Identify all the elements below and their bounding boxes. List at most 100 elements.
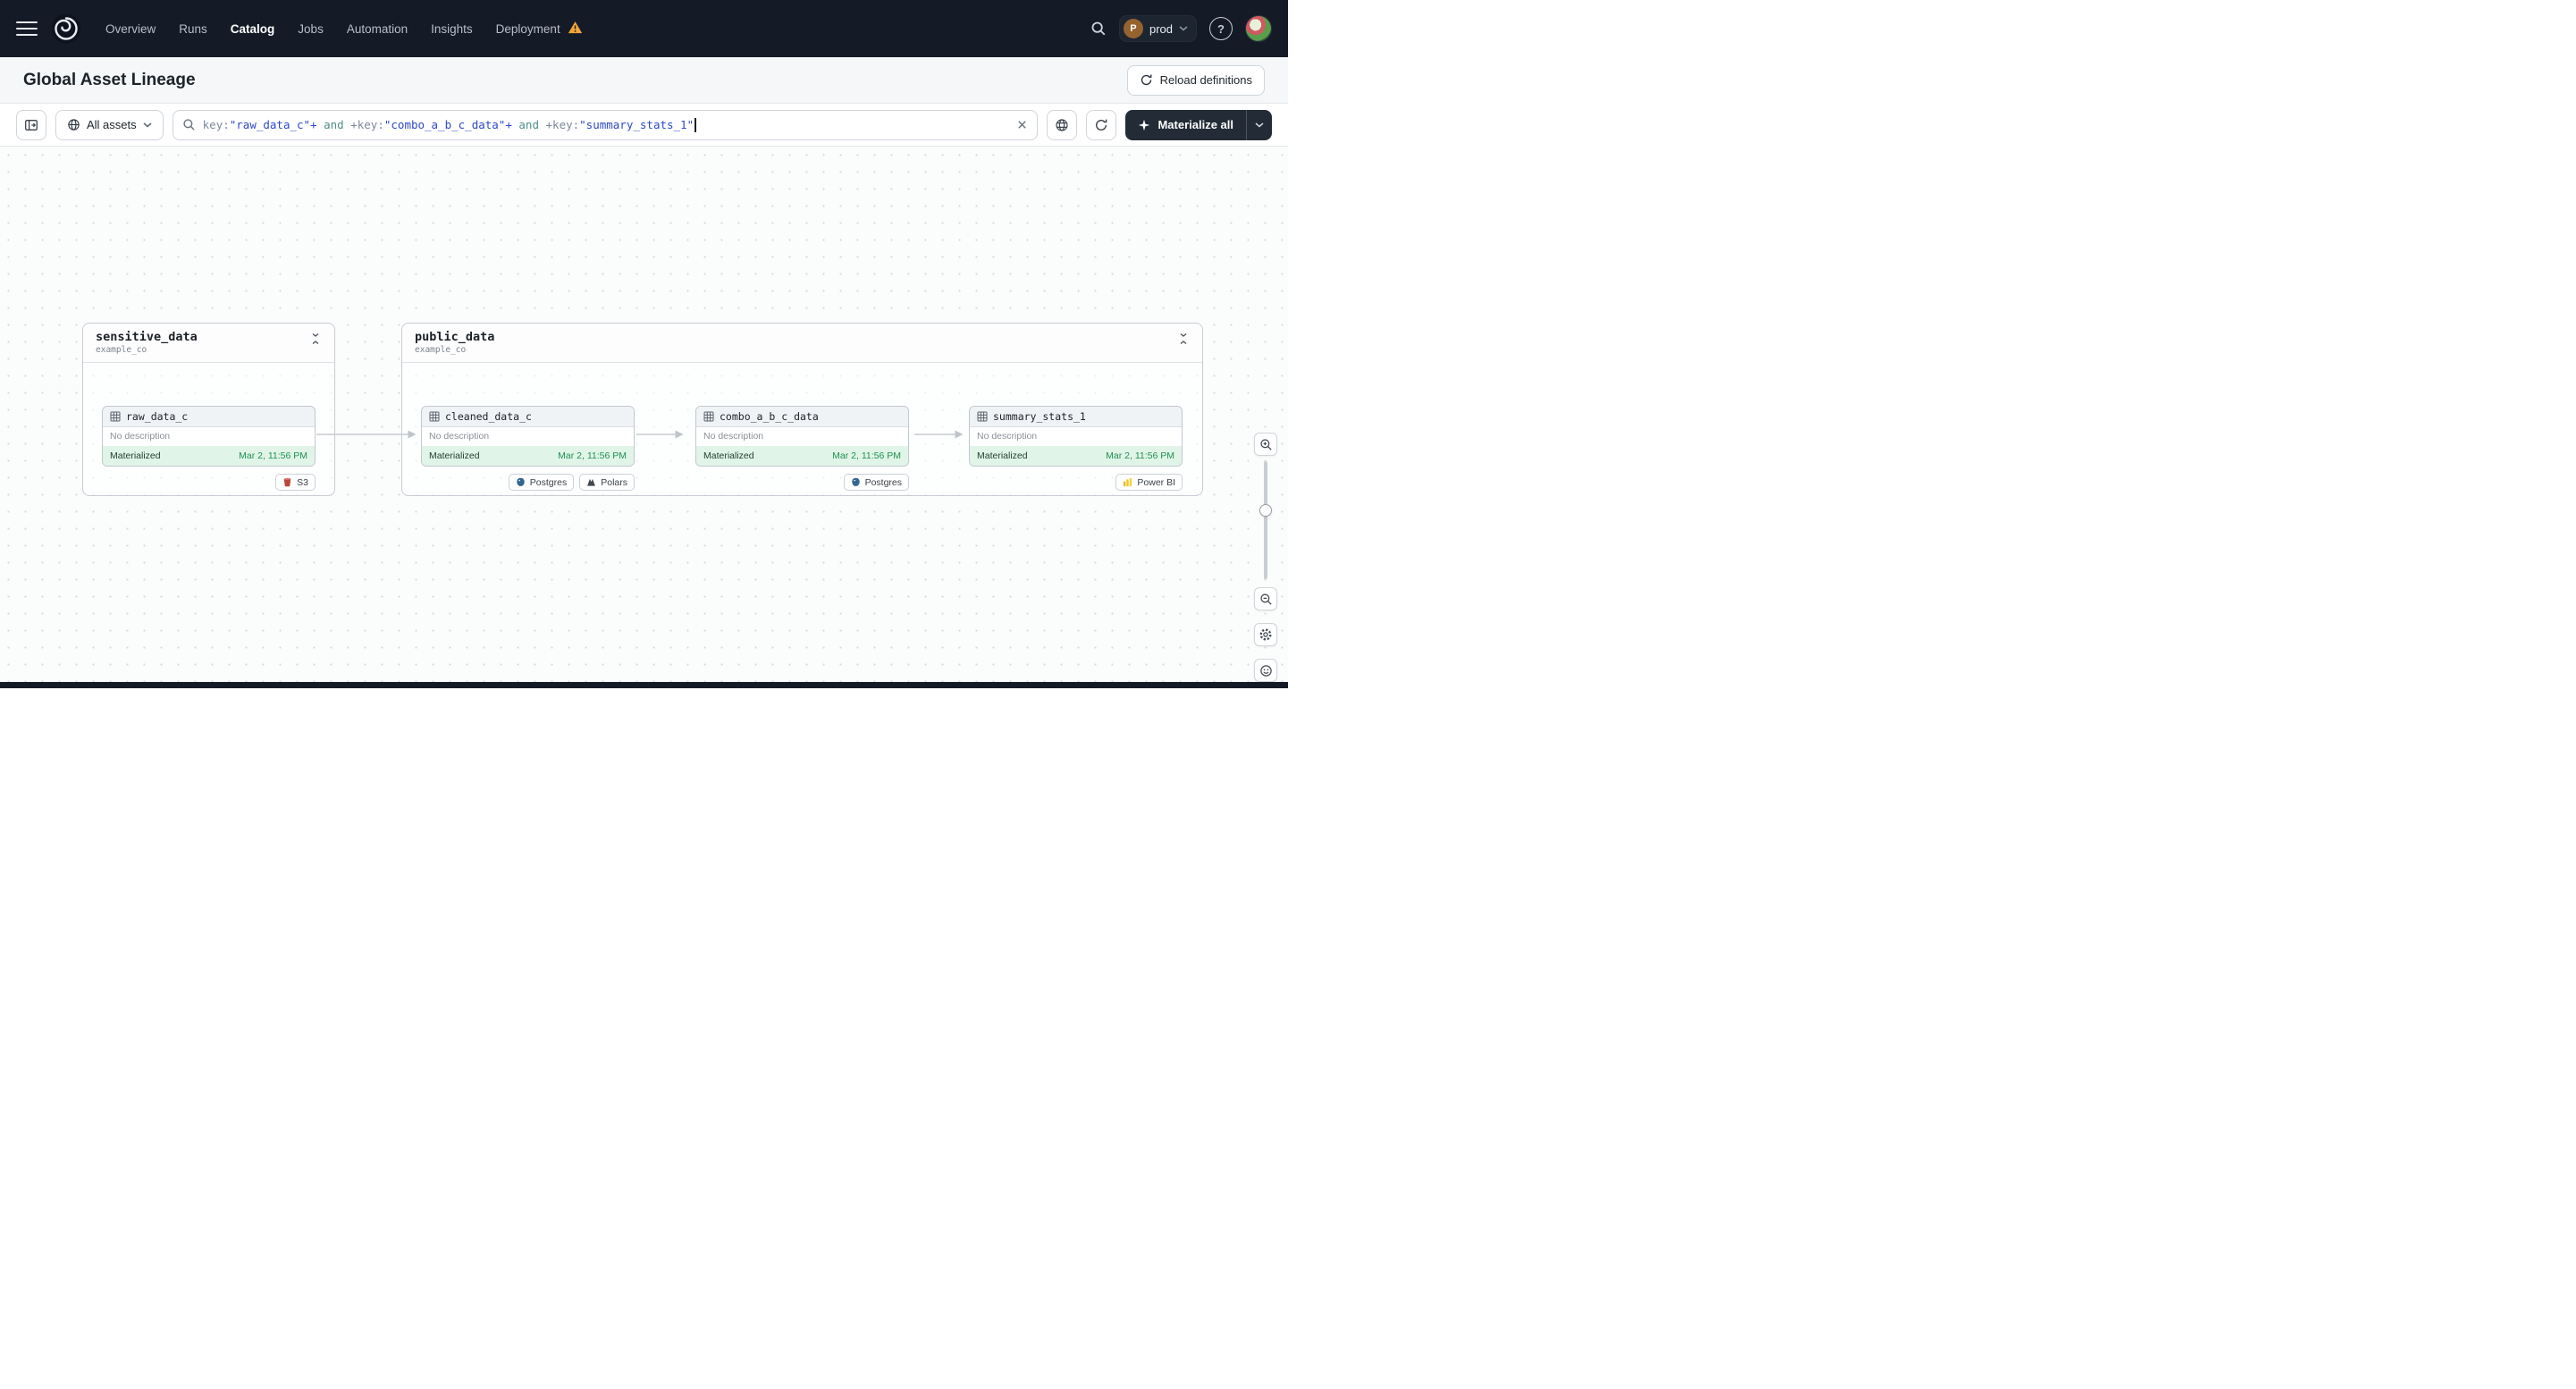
table-icon [429, 411, 440, 422]
reload-definitions-button[interactable]: Reload definitions [1126, 64, 1265, 96]
s3-icon [283, 478, 291, 487]
nav-item-automation[interactable]: Automation [347, 22, 408, 36]
asset-node-cleaned-data-c[interactable]: cleaned_data_c No description Materializ… [421, 406, 635, 491]
zoom-slider[interactable] [1254, 461, 1277, 579]
chevron-down-icon [1255, 122, 1264, 127]
asset-node-summary-stats-1[interactable]: summary_stats_1 No description Materiali… [969, 406, 1183, 491]
graph-view-options-button[interactable] [1047, 109, 1078, 140]
status-badge: Materialized [977, 450, 1028, 461]
zoom-slider-knob[interactable] [1259, 504, 1272, 517]
panel-expand-icon [25, 119, 38, 130]
zoom-out-button[interactable] [1254, 587, 1277, 610]
asset-description: No description [703, 431, 764, 442]
refresh-graph-button[interactable] [1086, 109, 1117, 140]
materialize-all-button[interactable]: Materialize all [1125, 110, 1246, 140]
asset-tags: Postgres Polars [421, 474, 635, 491]
bottom-window-edge [0, 682, 1288, 688]
asset-selection-input[interactable]: key: "raw_data_c"+ and +key: "combo_a_b_c_… [172, 109, 1039, 140]
materialize-options-button[interactable] [1246, 109, 1272, 140]
group-subtitle: example_co [96, 345, 147, 355]
group-name: sensitive_data [96, 330, 198, 344]
left-panel-toggle-button[interactable] [16, 109, 46, 140]
globe-lines-icon [1056, 118, 1069, 131]
tag-polars[interactable]: Polars [579, 474, 635, 491]
asset-name: combo_a_b_c_data [720, 410, 819, 423]
asset-description: No description [429, 431, 490, 442]
group-subtitle: example_co [415, 345, 467, 355]
asset-node-combo-a-b-c-data[interactable]: combo_a_b_c_data No description Material… [695, 406, 909, 491]
asset-scope-dropdown[interactable]: All assets [55, 109, 164, 140]
reload-definitions-label: Reload definitions [1159, 73, 1252, 87]
graph-settings-button[interactable] [1254, 623, 1277, 646]
sparkle-icon [1139, 119, 1150, 130]
zoom-slider-track[interactable] [1264, 461, 1267, 579]
asset-selection-query: key: "raw_data_c"+ and +key: "combo_a_b_c_… [203, 117, 1010, 132]
chevron-down-icon [143, 122, 152, 127]
asset-tags: S3 [102, 474, 316, 491]
table-icon [977, 411, 988, 422]
group-name: public_data [415, 330, 495, 344]
nav-item-insights[interactable]: Insights [431, 22, 473, 36]
group-header: public_data example_co [402, 324, 1202, 363]
nav-right-cluster: P prod ? [1090, 15, 1272, 42]
asset-tags: Postgres [695, 474, 909, 491]
hamburger-menu-icon[interactable] [16, 21, 38, 36]
polars-icon [587, 478, 596, 486]
deployment-name: prod [1149, 21, 1173, 36]
page-header: Global Asset Lineage Reload definitions [0, 57, 1288, 104]
tag-label: S3 [297, 476, 308, 488]
collapse-group-icon[interactable] [1175, 330, 1191, 350]
zoom-in-button[interactable] [1254, 433, 1277, 456]
deployment-warning-icon [568, 21, 583, 37]
nav-item-jobs[interactable]: Jobs [298, 22, 324, 36]
nav-item-deployment-label: Deployment [495, 21, 560, 36]
deployment-avatar: P [1123, 19, 1143, 38]
postgres-icon [851, 477, 860, 486]
main-nav: Overview Runs Catalog Jobs Automation In… [105, 21, 583, 37]
group-header: sensitive_data example_co [83, 324, 334, 363]
tag-label: Postgres [864, 476, 902, 488]
asset-name: summary_stats_1 [993, 410, 1086, 423]
zoom-out-icon [1259, 593, 1272, 605]
tag-label: Power BI [1137, 476, 1175, 488]
chevron-down-icon [1179, 26, 1188, 31]
zoom-in-icon [1259, 438, 1272, 450]
powerbi-icon [1124, 477, 1132, 487]
asset-group-sensitive-data: sensitive_data example_co raw_data_c No … [82, 323, 335, 496]
asset-tags: Power BI [969, 474, 1183, 491]
sync-icon [1096, 119, 1107, 130]
asset-status-row: Materialized Mar 2, 11:56 PM [970, 446, 1182, 466]
asset-card[interactable]: summary_stats_1 No description Materiali… [969, 406, 1183, 467]
page-title: Global Asset Lineage [23, 70, 196, 89]
search-icon [183, 119, 195, 130]
nav-item-runs[interactable]: Runs [179, 22, 207, 36]
asset-node-raw-data-c[interactable]: raw_data_c No description Materialized M… [102, 406, 316, 491]
tag-power-bi[interactable]: Power BI [1115, 474, 1183, 491]
materialized-timestamp: Mar 2, 11:56 PM [832, 450, 901, 461]
status-badge: Materialized [429, 450, 480, 461]
nav-item-overview[interactable]: Overview [105, 22, 156, 36]
collapse-group-icon[interactable] [307, 330, 324, 350]
asset-card[interactable]: combo_a_b_c_data No description Material… [695, 406, 909, 467]
asset-status-row: Materialized Mar 2, 11:56 PM [696, 446, 908, 466]
user-avatar[interactable] [1245, 15, 1272, 42]
nav-item-deployment[interactable]: Deployment [496, 21, 583, 37]
global-search-icon[interactable] [1090, 21, 1107, 37]
help-button[interactable]: ? [1209, 17, 1233, 40]
lineage-canvas[interactable]: sensitive_data example_co raw_data_c No … [0, 147, 1288, 688]
nav-item-catalog[interactable]: Catalog [231, 22, 275, 36]
tag-s3[interactable]: S3 [275, 474, 316, 491]
materialize-all-label: Materialize all [1158, 118, 1233, 131]
close-icon [1018, 121, 1027, 129]
clear-query-button[interactable] [1016, 119, 1028, 130]
asset-name: cleaned_data_c [445, 410, 532, 423]
feedback-button[interactable] [1254, 659, 1277, 682]
tag-postgres[interactable]: Postgres [508, 474, 575, 491]
materialized-timestamp: Mar 2, 11:56 PM [239, 450, 307, 461]
asset-description: No description [110, 431, 171, 442]
asset-card[interactable]: cleaned_data_c No description Materializ… [421, 406, 635, 467]
tag-postgres[interactable]: Postgres [843, 474, 909, 491]
reload-icon [1141, 74, 1152, 86]
deployment-switcher[interactable]: P prod [1118, 15, 1197, 42]
asset-card[interactable]: raw_data_c No description Materialized M… [102, 406, 316, 467]
